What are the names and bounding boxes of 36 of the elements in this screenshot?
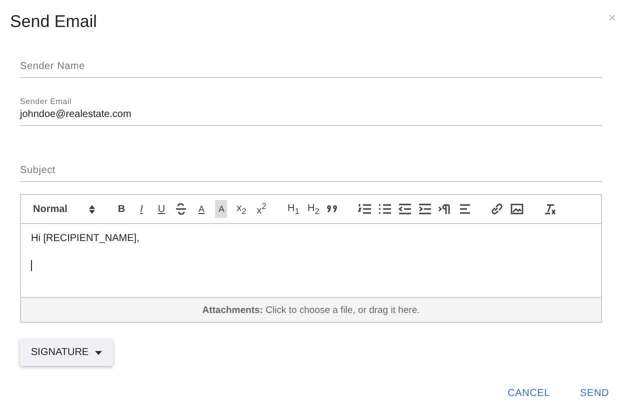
bullet-list-icon <box>378 203 392 215</box>
text-cursor <box>31 260 32 271</box>
field-value: johndoe@realestate.com <box>20 109 132 120</box>
dialog-title: Send Email <box>10 12 97 32</box>
indent-icon <box>418 203 432 215</box>
ordered-list-icon <box>358 203 372 215</box>
toolbar-button[interactable]: H$_{2}$ <box>303 200 324 218</box>
clean-icon <box>542 203 556 215</box>
format-dropdown[interactable]: Normal <box>29 202 100 216</box>
sort-arrows-icon <box>89 204 96 214</box>
input-field[interactable]: Sender Name <box>20 40 602 78</box>
signature-button[interactable]: SIGNATURE <box>20 339 113 366</box>
link-icon <box>490 203 504 215</box>
outdent-icon <box>398 203 412 215</box>
toolbar-button[interactable]: B <box>111 200 132 218</box>
align-icon <box>458 203 472 215</box>
field-placeholder: Subject <box>20 165 56 176</box>
input-field[interactable]: Sender Email johndoe@realestate.com <box>20 86 602 126</box>
field-placeholder: Sender Name <box>20 61 86 72</box>
toolbar-button[interactable]: x$^{2}$ <box>251 200 272 218</box>
toolbar-button[interactable]: I <box>131 200 152 218</box>
toolbar-button[interactable]: A <box>191 200 212 218</box>
caret-icon <box>94 350 102 354</box>
toolbar-button[interactable]: x$_{2}$ <box>231 200 252 218</box>
send-button[interactable]: SEND <box>580 386 609 401</box>
attachments-area[interactable]: Attachments: Click to choose a file, or drag it here. <box>21 297 601 322</box>
image-icon <box>510 203 524 215</box>
toolbar-button[interactable]: U <box>151 200 172 218</box>
strike-icon <box>174 203 188 215</box>
direction-icon <box>438 203 452 215</box>
field-label: Sender Email <box>20 97 73 106</box>
toolbar-button[interactable]: A <box>215 200 228 218</box>
editor-text: Hi [RECIPIENT_NAME], <box>31 233 140 244</box>
toolbar-button[interactable]: H$_{1}$ <box>283 200 304 218</box>
input-field[interactable]: Subject <box>20 134 602 182</box>
cancel-button[interactable]: CANCEL <box>508 386 550 401</box>
